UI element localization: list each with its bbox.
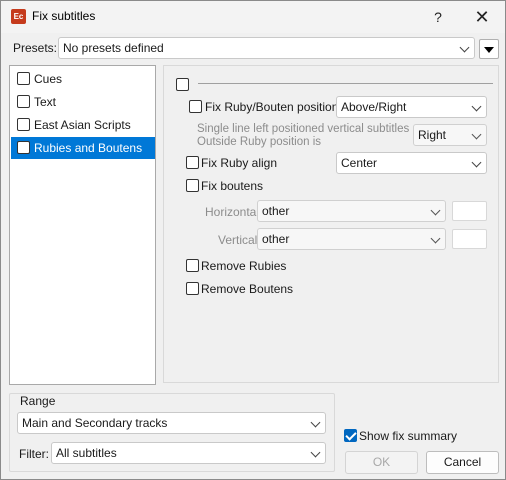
cancel-button[interactable]: Cancel: [426, 451, 499, 474]
fix-subtitles-dialog: Ec Fix subtitles ? ✕ Presets: No presets…: [0, 0, 506, 480]
section-checkbox[interactable]: [176, 78, 189, 91]
presets-label: Presets:: [13, 41, 58, 55]
chevron-down-icon: [459, 42, 470, 53]
app-icon: Ec: [11, 9, 26, 24]
vertical-other-input[interactable]: [452, 229, 487, 249]
range-tracks-value: Main and Secondary tracks: [22, 416, 168, 430]
remove-boutens-label: Remove Boutens: [201, 282, 294, 296]
category-label: Rubies and Boutens: [34, 141, 143, 155]
outside-ruby-note: Single line left positioned vertical sub…: [197, 123, 409, 149]
show-fix-summary-label: Show fix summary: [359, 429, 458, 443]
filter-dropdown[interactable]: All subtitles: [51, 442, 326, 464]
chevron-down-icon: [471, 157, 482, 168]
ruby-align-value: Center: [341, 156, 378, 170]
presets-menu-button[interactable]: [479, 39, 499, 59]
presets-value: No presets defined: [63, 41, 164, 55]
horizontal-other-input[interactable]: [452, 201, 487, 221]
category-item-cues[interactable]: Cues: [11, 68, 155, 90]
fix-ruby-bouten-positions-checkbox[interactable]: [189, 100, 202, 113]
fix-ruby-align-label: Fix Ruby align: [201, 156, 278, 170]
category-item-rubies-and-boutens[interactable]: Rubies and Boutens: [11, 137, 155, 159]
horizontal-bouten-dropdown[interactable]: other: [257, 200, 446, 222]
category-item-east-asian-scripts[interactable]: East Asian Scripts: [11, 114, 155, 136]
chevron-down-icon: [310, 447, 321, 458]
fix-boutens-checkbox[interactable]: [186, 179, 199, 192]
category-label: Cues: [34, 72, 63, 86]
category-checkbox[interactable]: [17, 118, 30, 131]
vertical-label: Vertical: [218, 233, 258, 247]
ruby-bouten-position-value: Above/Right: [341, 100, 407, 114]
category-checkbox[interactable]: [17, 72, 30, 85]
category-checkbox[interactable]: [17, 95, 30, 108]
note-line-1: Single line left positioned vertical sub…: [197, 123, 410, 135]
chevron-down-icon: [471, 101, 482, 112]
show-fix-summary-checkbox[interactable]: [344, 429, 357, 442]
ok-button[interactable]: OK: [345, 451, 418, 474]
fix-ruby-align-checkbox[interactable]: [186, 156, 199, 169]
horizontal-label: Horizontal: [205, 205, 260, 219]
close-icon[interactable]: ✕: [467, 5, 497, 29]
outside-ruby-position-dropdown[interactable]: Right: [413, 124, 487, 146]
filter-value: All subtitles: [56, 446, 117, 460]
category-list[interactable]: Cues Text East Asian Scripts Rubies and …: [9, 65, 156, 385]
presets-dropdown[interactable]: No presets defined: [58, 37, 475, 59]
category-label: East Asian Scripts: [34, 118, 131, 132]
fix-ruby-bouten-positions-label: Fix Ruby/Bouten positions: [205, 100, 345, 114]
category-item-text[interactable]: Text: [11, 91, 155, 113]
remove-rubies-checkbox[interactable]: [186, 259, 199, 272]
chevron-down-icon: [430, 205, 441, 216]
chevron-down-icon: [310, 417, 321, 428]
chevron-down-icon: [430, 233, 441, 244]
horizontal-value: other: [262, 204, 290, 218]
ruby-bouten-position-dropdown[interactable]: Above/Right: [336, 96, 487, 118]
category-checkbox[interactable]: [17, 141, 30, 154]
category-label: Text: [34, 95, 57, 109]
filter-label: Filter:: [19, 447, 49, 461]
range-label: Range: [18, 394, 58, 408]
range-tracks-dropdown[interactable]: Main and Secondary tracks: [17, 412, 326, 434]
chevron-down-icon: [471, 129, 482, 140]
ruby-align-dropdown[interactable]: Center: [336, 152, 487, 174]
vertical-bouten-dropdown[interactable]: other: [257, 228, 446, 250]
outside-ruby-position-value: Right: [418, 128, 447, 142]
section-separator: [198, 83, 493, 84]
note-line-2: Outside Ruby position is: [197, 136, 322, 148]
window-title: Fix subtitles: [32, 9, 96, 23]
help-icon[interactable]: ?: [423, 5, 453, 29]
fix-boutens-label: Fix boutens: [201, 179, 264, 193]
title-bar: Ec Fix subtitles ? ✕: [1, 1, 505, 33]
vertical-value: other: [262, 232, 290, 246]
remove-rubies-label: Remove Rubies: [201, 259, 287, 273]
remove-boutens-checkbox[interactable]: [186, 282, 199, 295]
